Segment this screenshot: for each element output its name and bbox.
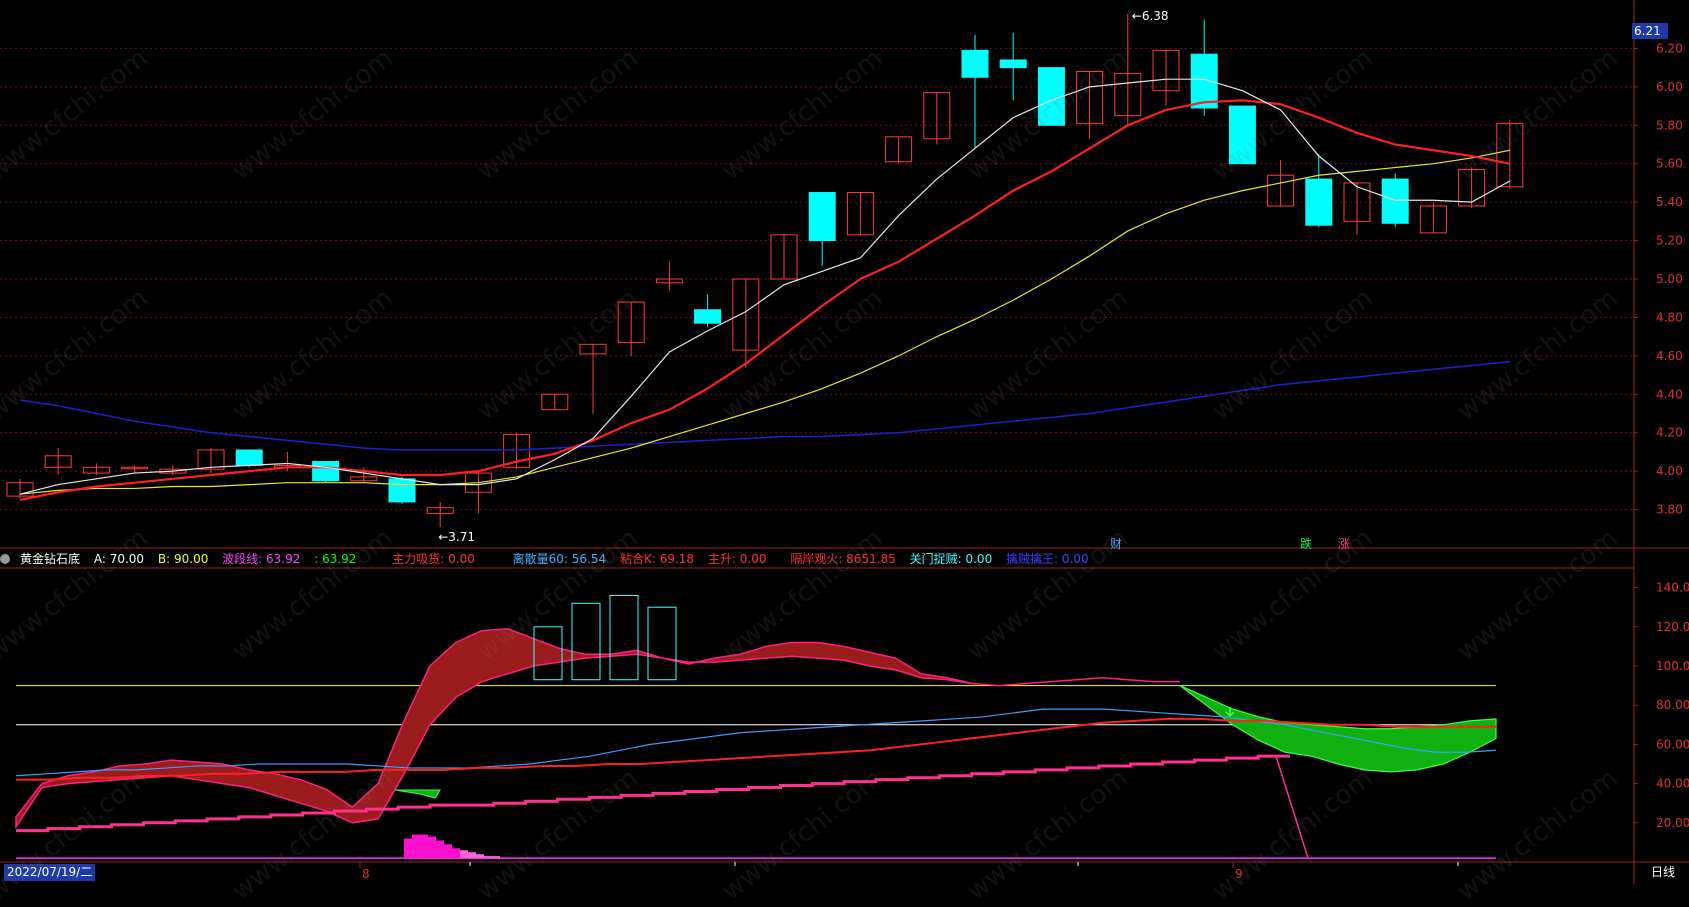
accumulation-bar — [444, 844, 452, 859]
time-tick-label: 8 — [362, 867, 370, 881]
indicator-item: 离散量60: 56.54 — [512, 552, 607, 566]
accumulation-bar — [404, 838, 412, 859]
accumulation-bar — [492, 856, 500, 859]
ind-tick-label: 20.00 — [1656, 816, 1689, 830]
price-tick-label: 6.00 — [1656, 80, 1683, 94]
candle-body — [1228, 105, 1256, 165]
current-price-tag: 6.21 — [1632, 23, 1668, 39]
candle-body — [808, 192, 836, 242]
candle-body — [961, 49, 989, 78]
ind-tick-label: 120.00 — [1656, 620, 1689, 634]
candle-body — [388, 478, 416, 503]
event-mark-fall[interactable]: 跌 — [1300, 535, 1312, 552]
price-tick-label: 5.20 — [1656, 234, 1683, 248]
event-mark-rise[interactable]: 涨 — [1338, 535, 1350, 552]
time-tick-label: 9 — [1235, 867, 1243, 881]
event-mark-finance[interactable]: 财 — [1110, 535, 1122, 552]
indicator-item: 擒贼擒王: 0.00 — [1006, 552, 1089, 566]
accumulation-bar — [420, 834, 428, 859]
indicator-item: 粘合K: 69.18 — [619, 552, 695, 566]
accumulation-bar — [428, 836, 436, 859]
candle-body — [1381, 178, 1409, 224]
accumulation-bar — [452, 848, 460, 859]
accumulation-bar — [476, 854, 484, 859]
price-tick-label: 4.20 — [1656, 426, 1683, 440]
indicator-item: 隔岸观火: 8651.85 — [790, 552, 896, 566]
high-annotation: ←6.38 — [1132, 9, 1169, 23]
accumulation-bar — [468, 852, 476, 859]
accumulation-bar — [412, 834, 420, 859]
indicator-item: : 63.92 — [314, 552, 357, 566]
indicator-item: A: 70.00 — [93, 552, 145, 566]
ind-tick-label: 80.00 — [1656, 698, 1689, 712]
collapse-icon[interactable] — [0, 554, 10, 564]
price-tick-label: 5.40 — [1656, 195, 1683, 209]
accumulation-bar — [436, 840, 444, 859]
indicator-item: 主力吸货: 0.00 — [392, 552, 475, 566]
accumulation-bar — [484, 856, 492, 859]
price-tick-label: 4.40 — [1656, 387, 1683, 401]
ind-tick-label: 100.00 — [1656, 659, 1689, 673]
price-tick-label: 4.80 — [1656, 310, 1683, 324]
ind-tick-label: 140.00 — [1656, 581, 1689, 595]
indicator-item: 主升: 0.00 — [707, 552, 767, 566]
ind-tick-label: 40.00 — [1656, 777, 1689, 791]
stock-chart: 3.80 4.00 4.20 4.40 4.60 4.80 5.00 5.20 5.40 5.60… — [0, 0, 1689, 884]
candle-body — [235, 449, 263, 466]
accumulation-bar — [460, 850, 468, 859]
indicator-item: 关门捉贼: 0.00 — [909, 552, 993, 566]
price-tick-label: 4.60 — [1656, 349, 1683, 363]
price-tick-label: 6.20 — [1656, 41, 1683, 55]
candle-body — [1190, 53, 1218, 109]
indicator-name[interactable]: 黄金钻石底 — [20, 552, 80, 566]
date-cursor-box: 2022/07/19/二 — [4, 864, 96, 881]
price-tick-label: 5.60 — [1656, 157, 1683, 171]
candle-body — [999, 59, 1027, 69]
candle-body — [312, 461, 340, 482]
candle-body — [1305, 178, 1333, 226]
indicator-item: 波段线: 63.92 — [222, 552, 301, 566]
candle-body — [694, 309, 722, 324]
indicator-item: B: 90.00 — [157, 552, 209, 566]
price-tick-label: 4.00 — [1656, 464, 1683, 478]
price-tick-label: 5.80 — [1656, 118, 1683, 132]
price-tick-label: 5.00 — [1656, 272, 1683, 286]
candle-body — [1037, 67, 1065, 126]
price-tick-label: 3.80 — [1656, 503, 1683, 517]
period-label[interactable]: 日线 — [1651, 864, 1675, 881]
low-annotation: ←3.71 — [438, 530, 475, 544]
ind-tick-label: 60.00 — [1656, 737, 1689, 751]
indicator-legend: 黄金钻石底 A: 70.00 B: 90.00 波段线: 63.92 : 63.… — [0, 551, 1630, 567]
